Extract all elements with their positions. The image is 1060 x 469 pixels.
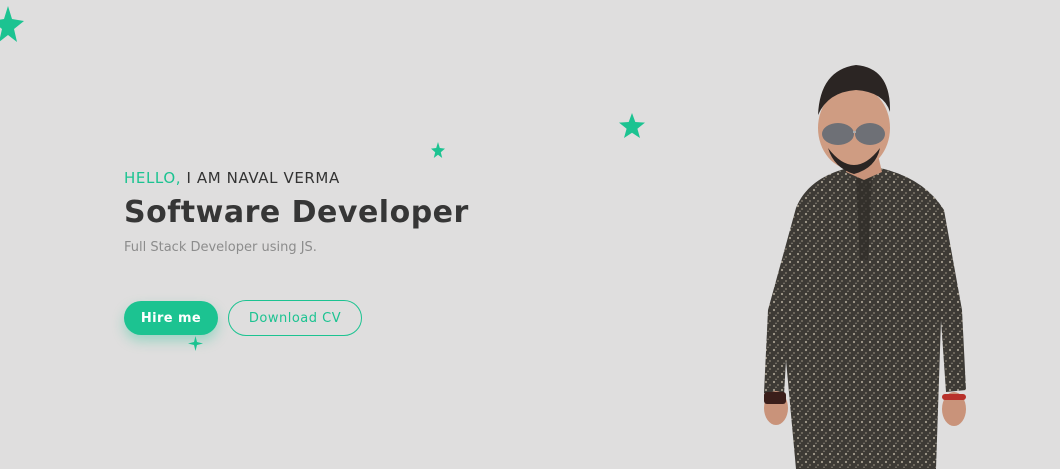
subtitle: Full Stack Developer using JS. bbox=[124, 240, 317, 255]
page-title: Software Developer bbox=[124, 195, 469, 230]
greeting: HELLO, I AM NAVAL VERMA bbox=[124, 169, 469, 187]
greeting-accent: HELLO, bbox=[124, 169, 182, 187]
star-icon bbox=[431, 142, 445, 159]
intro-block: HELLO, I AM NAVAL VERMA Software Develop… bbox=[124, 169, 469, 255]
hire-me-button[interactable]: Hire me bbox=[124, 301, 218, 335]
download-cv-button[interactable]: Download CV bbox=[228, 300, 362, 336]
star-icon bbox=[619, 113, 645, 139]
star-icon bbox=[0, 6, 24, 44]
hero-section: HELLO, I AM NAVAL VERMA Software Develop… bbox=[0, 0, 1060, 469]
portrait-photo bbox=[756, 60, 971, 469]
greeting-name: I AM NAVAL VERMA bbox=[186, 169, 340, 187]
sparkle-icon bbox=[188, 336, 203, 351]
cta-buttons: Hire me Download CV bbox=[124, 300, 362, 336]
